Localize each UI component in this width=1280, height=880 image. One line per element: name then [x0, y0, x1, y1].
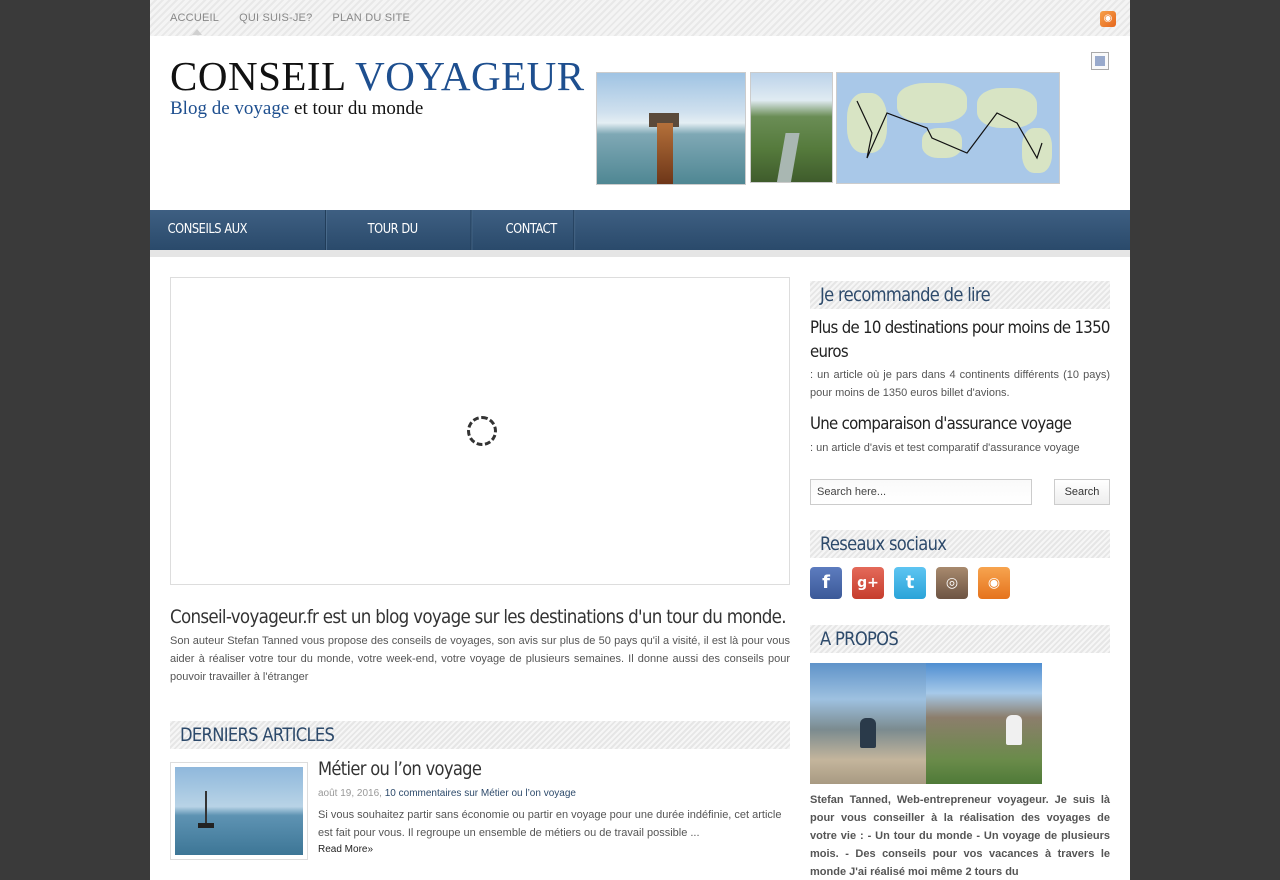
- logo-word-voyageur: VOYAGEUR: [355, 53, 585, 99]
- intro-title: Conseil-voyageur.fr est un blog voyage s…: [170, 606, 787, 628]
- about-heading: A PROPOS: [820, 628, 899, 650]
- page: ACCUEIL QUI SUIS-JE? PLAN DU SITE ◉ CONS…: [150, 0, 1130, 880]
- about-text: Stefan Tanned, Web-entrepreneur voyageur…: [810, 794, 1110, 878]
- nav-conseils-aux-voyageurs[interactable]: CONSEILS AUX VOYAGEURS: [150, 210, 326, 277]
- loading-spinner-icon: [467, 416, 497, 446]
- post-comments-link[interactable]: 10 commentaires sur Métier ou l’on voyag…: [385, 788, 576, 799]
- nav-contact[interactable]: CONTACT: [488, 210, 575, 250]
- tagline-part1: Blog de voyage: [170, 98, 290, 119]
- section-heading-about: A PROPOS: [810, 625, 1110, 653]
- header-photo-pier: [596, 72, 746, 185]
- route-line: [856, 100, 1043, 160]
- reco2-title[interactable]: Une comparaison d'assurance voyage: [810, 414, 1072, 434]
- twitter-icon[interactable]: t: [894, 567, 926, 599]
- section-heading-articles: DERNIERS ARTICLES: [170, 721, 790, 749]
- header-world-map: [836, 72, 1060, 184]
- search-input[interactable]: [810, 479, 1032, 505]
- facebook-icon[interactable]: f: [810, 567, 842, 599]
- section-heading-social: Reseaux sociaux: [810, 530, 1110, 558]
- intro-text: Son auteur Stefan Tanned vous propose de…: [170, 635, 790, 683]
- top-nav-accueil[interactable]: ACCUEIL: [170, 12, 219, 24]
- featured-slider[interactable]: [170, 277, 790, 585]
- top-nav: ACCUEIL QUI SUIS-JE? PLAN DU SITE: [170, 12, 410, 35]
- section-heading-reco: Je recommande de lire: [810, 281, 1110, 309]
- top-bar: ACCUEIL QUI SUIS-JE? PLAN DU SITE ◉: [150, 0, 1130, 36]
- about-photo-mountain: [810, 663, 926, 784]
- reco2-text: : un article d'avis et test comparatif d…: [810, 442, 1080, 454]
- about-photo-coast: [926, 663, 1042, 784]
- nav-tour-du-monde[interactable]: TOUR DU MONDE: [350, 210, 472, 277]
- post-title[interactable]: Métier ou l’on voyage: [318, 758, 482, 780]
- top-nav-plan-du-site[interactable]: PLAN DU SITE: [332, 12, 410, 24]
- reco1-title-line1[interactable]: Plus de 10 destinations pour moins de 13…: [810, 318, 1110, 338]
- reco1-title-line2[interactable]: euros: [810, 342, 849, 362]
- rss-feed-icon[interactable]: ◉: [978, 567, 1010, 599]
- main-nav: CONSEILS AUX VOYAGEURS TOUR DU MONDE CON…: [150, 210, 1130, 277]
- read-more-link[interactable]: Read More»: [318, 844, 373, 855]
- logo-word-conseil: CONSEIL: [170, 53, 346, 99]
- rss-icon[interactable]: ◉: [1100, 11, 1116, 27]
- search-button[interactable]: Search: [1054, 479, 1110, 505]
- social-links: f g+ t ◎ ◉: [810, 567, 1010, 599]
- top-nav-qui-suis-je[interactable]: QUI SUIS-JE?: [239, 12, 312, 24]
- broken-image-icon: [1091, 52, 1109, 70]
- site-logo[interactable]: CONSEIL VOYAGEUR Blog de voyage et tour …: [170, 54, 585, 120]
- post-meta: août 19, 2016, 10 commentaires sur Métie…: [318, 788, 576, 799]
- instagram-icon[interactable]: ◎: [936, 567, 968, 599]
- header-photo-valley: [750, 72, 833, 183]
- social-heading: Reseaux sociaux: [820, 533, 947, 555]
- tagline-part2: et tour du monde: [294, 98, 424, 119]
- post-excerpt: Si vous souhaitez partir sans économie o…: [318, 809, 782, 839]
- post-date: août 19, 2016,: [318, 788, 382, 799]
- articles-heading: DERNIERS ARTICLES: [180, 724, 335, 746]
- reco-heading: Je recommande de lire: [820, 284, 991, 306]
- post-thumbnail[interactable]: [170, 762, 308, 860]
- google-plus-icon[interactable]: g+: [852, 567, 884, 599]
- active-marker-icon: [192, 29, 202, 35]
- reco1-text: : un article où je pars dans 4 continent…: [810, 369, 1110, 399]
